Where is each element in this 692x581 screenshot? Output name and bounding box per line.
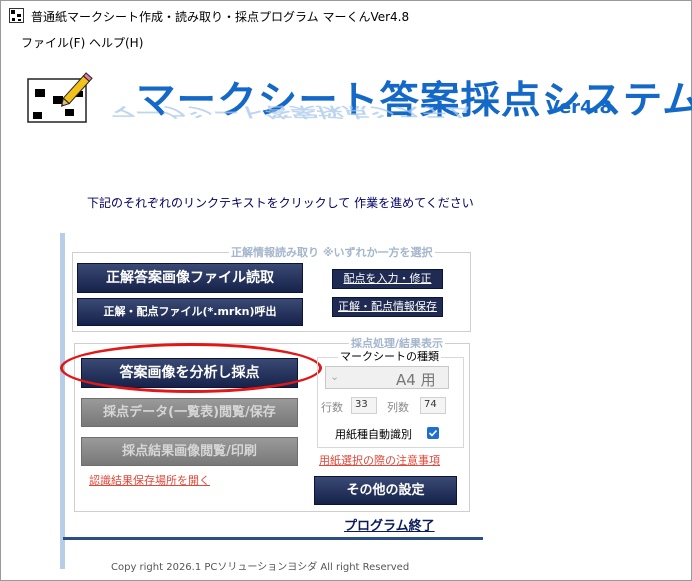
window-title: 普通紙マークシート作成・読み取り・採点プログラム マーくんVer4.8	[31, 10, 410, 24]
cols-label: 列数	[387, 401, 409, 414]
version-label: Ver4.8	[546, 97, 612, 118]
input-score-button[interactable]: 配点を入力・修正	[332, 269, 443, 289]
copyright-text: Copy right 2026.1 PCソリューションヨシダ All right…	[111, 562, 410, 573]
left-accent-line	[60, 233, 65, 569]
bottom-divider	[63, 537, 483, 540]
title-bar: 普通紙マークシート作成・読み取り・採点プログラム マーくんVer4.8	[1, 1, 691, 31]
title-reflection: マークシート答案採点システム	[105, 103, 475, 120]
instruction-text: 下記のそれぞれのリンクテキストをクリックして 作業を進めてください	[87, 196, 474, 210]
sheet-size-value: A4 用	[396, 371, 436, 389]
view-result-image-button[interactable]: 採点結果画像閲覧/印刷	[81, 437, 298, 466]
exit-program-link[interactable]: プログラム終了	[344, 515, 435, 534]
answer-group-label: 正解情報読み取り ※いずれか一方を選択	[229, 244, 435, 260]
rows-label: 行数	[321, 401, 343, 414]
chevron-down-icon: ⌄	[330, 370, 340, 383]
rows-input[interactable]: 33	[351, 397, 377, 414]
app-window: 普通紙マークシート作成・読み取り・採点プログラム マーくんVer4.8 ファイル…	[0, 0, 692, 581]
load-answer-file-button[interactable]: 正解・配点ファイル(*.mrkn)呼出	[77, 298, 303, 326]
sheet-size-select[interactable]: ⌄ A4 用	[325, 366, 449, 389]
auto-detect-checkbox[interactable]	[427, 427, 439, 439]
menu-help[interactable]: ヘルプ(H)	[85, 34, 147, 51]
cols-input[interactable]: 74	[420, 397, 446, 414]
menu-bar: ファイル(F) ヘルプ(H)	[1, 31, 691, 53]
open-result-location-link[interactable]: 認識結果保存場所を開く	[89, 472, 210, 488]
view-grade-data-button[interactable]: 採点データ(一覧表)閲覧/保存	[81, 398, 298, 427]
paper-note-link[interactable]: 用紙選択の際の注意事項	[319, 452, 440, 468]
menu-file[interactable]: ファイル(F)	[17, 34, 89, 51]
other-settings-button[interactable]: その他の設定	[314, 476, 457, 505]
save-answer-info-button[interactable]: 正解・配点情報保存	[332, 297, 443, 317]
read-answer-image-button[interactable]: 正解答案画像ファイル読取	[77, 263, 303, 293]
mark-sheet-logo-icon	[27, 72, 93, 123]
checkmark-icon	[428, 429, 438, 437]
app-icon	[9, 8, 24, 23]
auto-detect-label: 用紙種自動識別	[335, 428, 412, 441]
sheet-type-label: マークシートの種類	[338, 348, 441, 364]
highlight-annotation	[60, 343, 322, 393]
